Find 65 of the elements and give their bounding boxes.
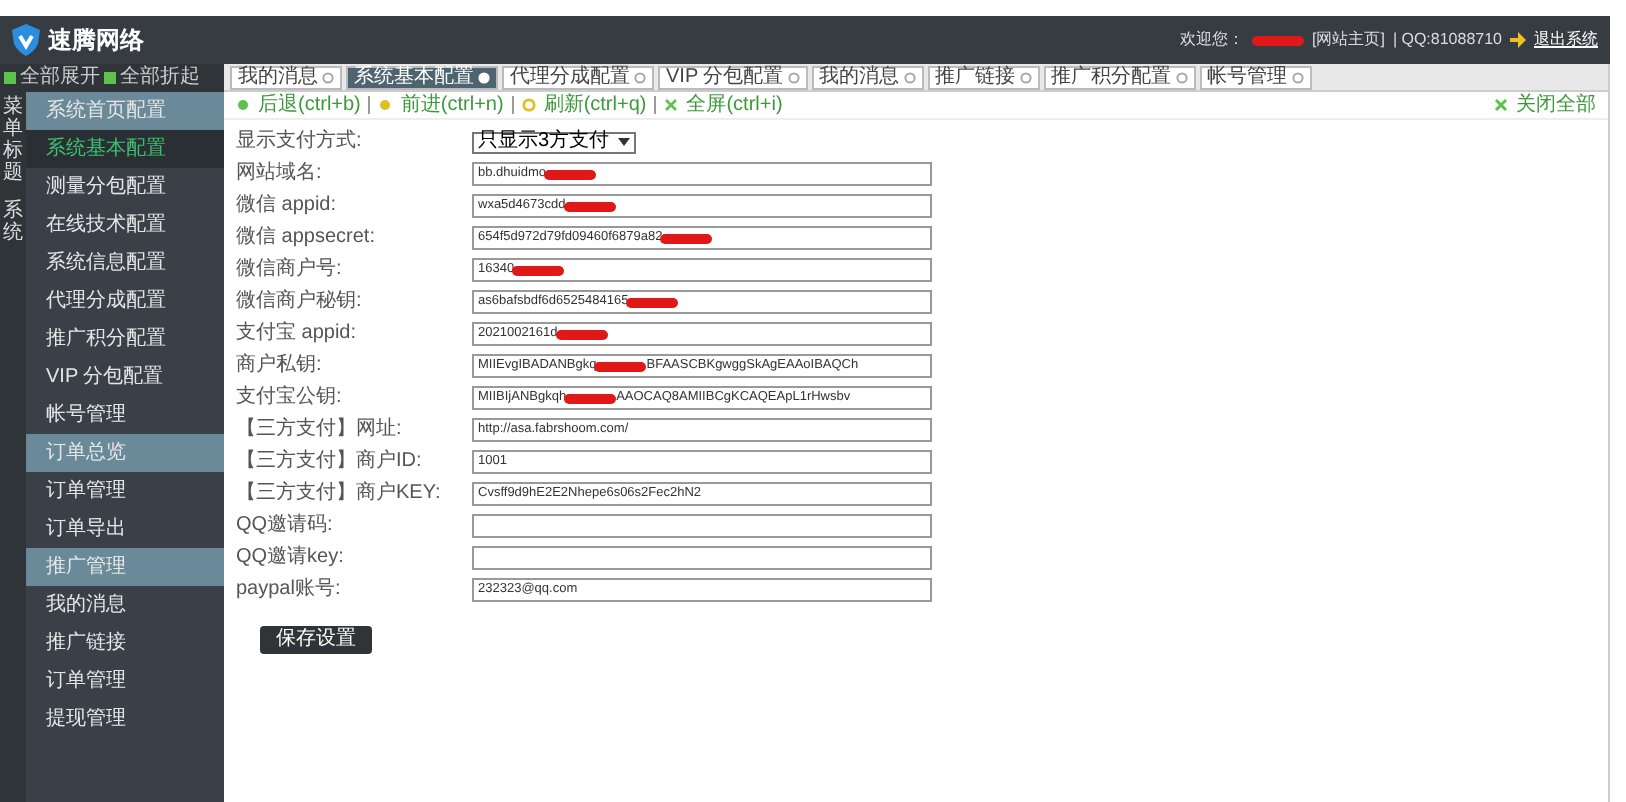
tab[interactable]: 我的消息 [811, 66, 924, 90]
toolbar-link[interactable]: 刷新(ctrl+q) [543, 95, 647, 115]
field-label: 微信 appid: [236, 196, 339, 216]
arrow-icon [1510, 32, 1526, 48]
circle-icon [521, 98, 536, 112]
menu-item[interactable]: 帐号管理 [26, 396, 224, 434]
square-icon [4, 72, 16, 84]
toolbar-link[interactable]: 前进(ctrl+n) [400, 95, 504, 115]
menu-group[interactable]: 系统 [3, 200, 23, 244]
toolbar-link[interactable]: 后退(ctrl+b) [258, 95, 361, 115]
qq-text: | QQ:81088710 [1392, 28, 1502, 52]
menu-item[interactable]: 代理分成配置 [26, 282, 224, 320]
welcome-text: 欢迎您： [1179, 28, 1244, 52]
tab[interactable]: 我的消息 [230, 66, 342, 90]
field-label: QQ邀请key: [236, 548, 346, 568]
shield-logo-icon [12, 24, 40, 56]
collapse-all-link[interactable]: 全部折起 [120, 68, 200, 88]
field-label: 商户私钥: [236, 356, 324, 376]
tab[interactable]: 帐号管理 [1199, 66, 1312, 90]
save-button[interactable]: 保存设置 [260, 626, 372, 654]
home-link[interactable]: [网站主页] [1311, 28, 1385, 52]
field-label: 支付宝 appid: [236, 324, 359, 344]
field-label: 支付宝公钥: [236, 388, 344, 408]
field-label: 【三方支付】商户ID: [236, 452, 424, 472]
input-field[interactable] [472, 546, 932, 570]
square-icon [104, 72, 116, 84]
menu-item[interactable]: 订单管理 [26, 662, 224, 700]
menu-item[interactable]: 订单导出 [26, 510, 224, 548]
menu-item[interactable]: 测量分包配置 [26, 168, 224, 206]
field-label: 微信商户秘钥: [236, 292, 364, 312]
payment-select[interactable]: 只显示3方支付 [472, 131, 636, 153]
menu-item[interactable]: 在线技术配置 [26, 206, 224, 244]
tab[interactable]: VIP 分包配置 [658, 66, 808, 90]
field-label: 显示支付方式: [236, 132, 364, 152]
field-label: QQ邀请码: [236, 516, 335, 536]
dot-icon [236, 98, 250, 112]
field-label: 微信商户号: [236, 260, 344, 280]
expand-all-link[interactable]: 全部展开 [20, 68, 100, 88]
cross-icon [664, 98, 679, 112]
close-icon [1494, 98, 1508, 112]
menu-item[interactable]: 系统基本配置 [26, 130, 224, 168]
field-label: paypal账号: [236, 580, 343, 600]
dot-icon [378, 98, 393, 112]
menu-item[interactable]: VIP 分包配置 [26, 358, 224, 396]
logo-text: 速腾网络 [48, 24, 144, 58]
menu-item[interactable]: 推广积分配置 [26, 320, 224, 358]
tab[interactable]: 代理分成配置 [502, 66, 654, 90]
field-label: 【三方支付】网址: [236, 420, 404, 440]
close-all-link[interactable]: 关闭全部 [1516, 95, 1596, 115]
tab[interactable]: 推广链接 [927, 66, 1040, 90]
field-label: 微信 appsecret: [236, 228, 377, 248]
field-label: 【三方支付】商户KEY: [236, 484, 443, 504]
tab[interactable]: 推广积分配置 [1043, 66, 1196, 90]
menu-item[interactable]: 提现管理 [26, 700, 224, 738]
tab[interactable]: 系统基本配置 [346, 66, 498, 90]
menu-item[interactable]: 订单管理 [26, 472, 224, 510]
toolbar-link[interactable]: 全屏(ctrl+i) [686, 95, 783, 115]
menu-item[interactable]: 我的消息 [26, 586, 224, 624]
menu-item[interactable]: 系统信息配置 [26, 244, 224, 282]
logout-link[interactable]: 退出系统 [1534, 28, 1598, 52]
menu-item[interactable]: 推广链接 [26, 624, 224, 662]
menu-title: 菜单标题 [3, 96, 23, 184]
input-field[interactable] [472, 514, 932, 538]
dropdown-arrow-icon [617, 138, 630, 146]
field-label: 网站域名: [236, 164, 324, 184]
